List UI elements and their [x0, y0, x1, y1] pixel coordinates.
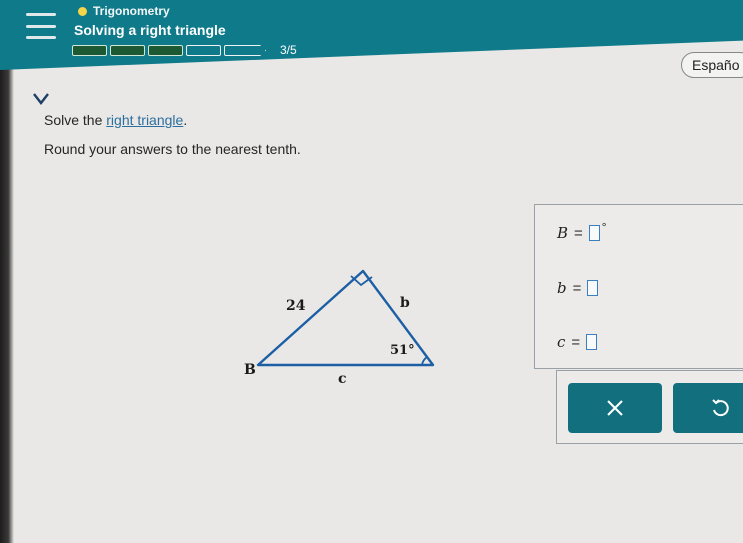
answer-input-B[interactable] [588, 225, 600, 241]
answer-row-b: b = [557, 279, 599, 297]
language-button[interactable]: Españo [681, 52, 743, 78]
chevron-down-icon[interactable] [33, 92, 49, 106]
topic-row: Trigonometry [78, 4, 170, 18]
equals-sign: = [574, 224, 583, 242]
screen-edge [0, 0, 14, 543]
problem-prompt: Solve the right triangle. [44, 112, 188, 128]
angle-label-51: 51° [390, 343, 415, 358]
vertex-label-B: B [244, 362, 256, 378]
menu-icon [26, 13, 56, 16]
page-title: Solving a right triangle [74, 22, 226, 38]
progress-segment [224, 45, 266, 56]
progress-segment [148, 45, 183, 56]
undo-icon [712, 399, 729, 417]
clear-button[interactable] [568, 383, 662, 433]
answer-input-b[interactable] [587, 280, 599, 296]
degree-unit: ° [601, 220, 607, 234]
equals-sign: = [572, 279, 582, 297]
tool-panel [556, 370, 743, 444]
undo-button[interactable] [673, 383, 743, 433]
progress-bar [72, 45, 266, 56]
answer-variable: b [557, 279, 567, 297]
right-triangle-link[interactable]: right triangle [106, 112, 183, 128]
topic-status-dot [78, 6, 87, 16]
progress-segment [72, 45, 107, 56]
side-label-c: c [338, 371, 347, 387]
answer-variable: B [557, 224, 569, 242]
equals-sign: = [571, 333, 581, 351]
triangle-diagram: 24 b 51° B c [244, 269, 435, 387]
answer-row-B: B = ° [557, 220, 607, 242]
side-label-b: b [400, 295, 410, 311]
menu-button[interactable] [26, 13, 56, 39]
answer-row-c: c = [557, 333, 598, 351]
answer-variable: c [557, 333, 566, 351]
answer-input-c[interactable] [586, 334, 598, 350]
progress-segment [186, 45, 221, 56]
progress-count: 3/5 [280, 43, 297, 57]
progress-segment [110, 45, 145, 56]
angle-arc [421, 356, 428, 366]
topic-name: Trigonometry [93, 4, 170, 18]
side-label-24: 24 [286, 298, 306, 314]
answer-panel: B = ° b = c = [534, 204, 743, 369]
problem-instruction: Round your answers to the nearest tenth. [44, 141, 301, 157]
x-icon [607, 400, 623, 416]
